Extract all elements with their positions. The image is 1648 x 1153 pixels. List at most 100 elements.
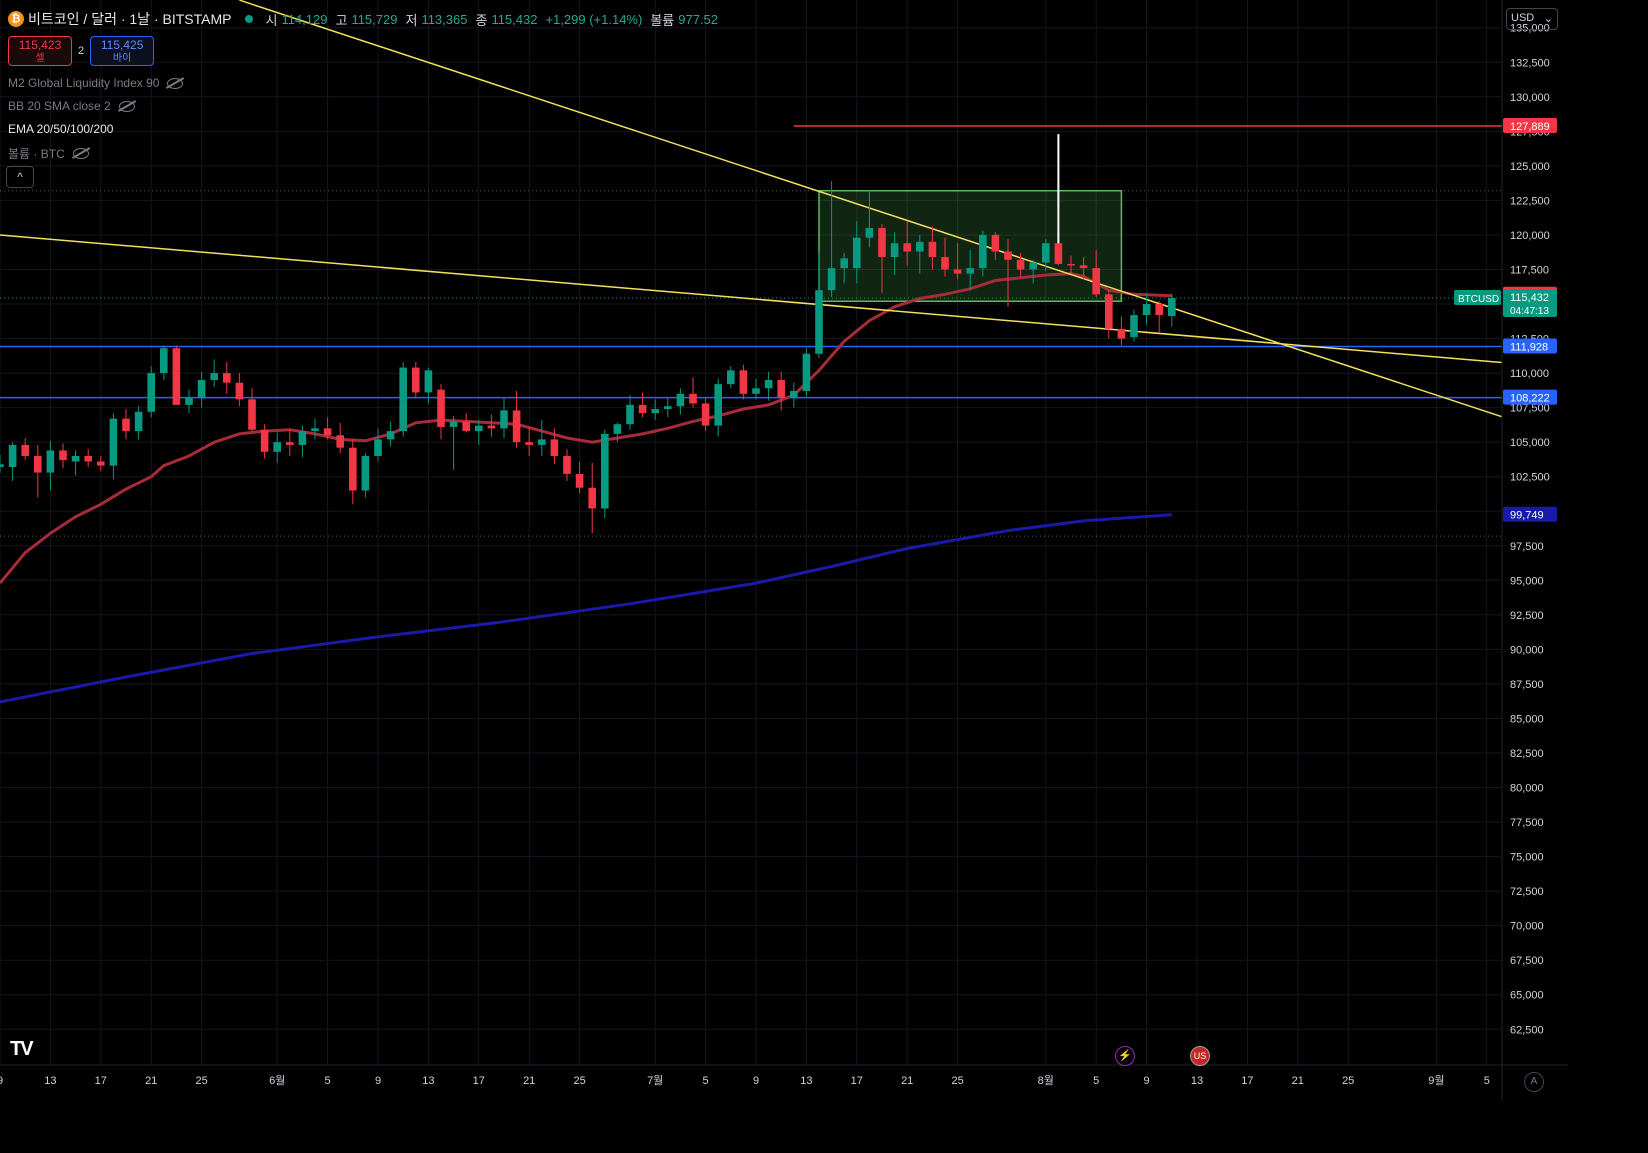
- lightning-icon[interactable]: ⚡: [1115, 1046, 1135, 1066]
- sell-button[interactable]: 115,423 셀: [8, 36, 72, 66]
- candle-body[interactable]: [1168, 298, 1176, 317]
- indicator-volume[interactable]: 볼륨 · BTC: [8, 145, 89, 162]
- candle-body[interactable]: [1105, 294, 1113, 329]
- candle-body[interactable]: [500, 410, 508, 429]
- candle-body[interactable]: [248, 399, 256, 430]
- candle-body[interactable]: [449, 421, 458, 427]
- candle-body[interactable]: [34, 455, 42, 473]
- candle-body[interactable]: [664, 406, 672, 410]
- candle-body[interactable]: [1079, 265, 1088, 269]
- candle-body[interactable]: [1054, 243, 1063, 264]
- candle-body[interactable]: [840, 258, 848, 269]
- candle-body[interactable]: [311, 428, 319, 432]
- candle-body[interactable]: [563, 455, 571, 474]
- candle-body[interactable]: [1092, 268, 1100, 295]
- candle-body[interactable]: [525, 442, 533, 445]
- candle-body[interactable]: [412, 367, 420, 393]
- candle-body[interactable]: [752, 388, 760, 394]
- candle-body[interactable]: [651, 409, 659, 414]
- candle-body[interactable]: [235, 382, 244, 400]
- candle-body[interactable]: [122, 418, 130, 432]
- candle-body[interactable]: [689, 393, 697, 404]
- candle-body[interactable]: [890, 243, 899, 258]
- candle-body[interactable]: [903, 243, 911, 252]
- candle-body[interactable]: [349, 447, 357, 491]
- auto-scale-button[interactable]: A: [1524, 1072, 1544, 1092]
- symbol-title[interactable]: 비트코인 / 달러 · 1날 · BITSTAMP: [28, 9, 231, 29]
- indicator-ema[interactable]: EMA 20/50/100/200: [8, 122, 113, 136]
- candle-body[interactable]: [210, 373, 218, 380]
- candle-body[interactable]: [626, 404, 634, 425]
- candle-body[interactable]: [538, 439, 546, 445]
- candle-body[interactable]: [790, 391, 798, 398]
- candle-body[interactable]: [878, 228, 886, 258]
- candle-body[interactable]: [613, 424, 622, 434]
- candle-body[interactable]: [134, 411, 143, 432]
- candle-body[interactable]: [197, 379, 206, 398]
- candle-body[interactable]: [953, 269, 962, 274]
- candle-body[interactable]: [147, 373, 155, 412]
- candle-body[interactable]: [97, 461, 105, 466]
- candle-body[interactable]: [1130, 315, 1138, 338]
- candle-body[interactable]: [991, 234, 1000, 252]
- candle-body[interactable]: [273, 442, 281, 452]
- candle-body[interactable]: [853, 237, 861, 269]
- candle-body[interactable]: [1067, 263, 1075, 266]
- price-chart[interactable]: 62,500 65,000 67,500 70,000 72,500 75,000 77,5…: [0, 0, 1568, 1101]
- candle-body[interactable]: [638, 404, 647, 414]
- candle-body[interactable]: [550, 439, 559, 456]
- candle-body[interactable]: [160, 348, 168, 374]
- candle-body[interactable]: [1016, 259, 1025, 270]
- candle-body[interactable]: [336, 435, 344, 448]
- candle-body[interactable]: [727, 370, 735, 385]
- eye-hidden-icon[interactable]: [72, 148, 89, 159]
- buy-button[interactable]: 115,425 바이: [90, 36, 155, 66]
- candle-body[interactable]: [916, 241, 924, 252]
- candle-body[interactable]: [260, 429, 269, 452]
- candle-body[interactable]: [827, 268, 836, 291]
- candle-body[interactable]: [21, 444, 29, 456]
- candle-body[interactable]: [1117, 328, 1126, 339]
- candle-body[interactable]: [739, 370, 748, 394]
- candle-body[interactable]: [0, 464, 4, 468]
- candle-body[interactable]: [1004, 251, 1012, 260]
- indicator-m2-liquidity[interactable]: M2 Global Liquidity Index 90: [8, 76, 184, 90]
- candle-body[interactable]: [475, 425, 483, 432]
- candle-body[interactable]: [437, 389, 445, 427]
- candle-body[interactable]: [109, 418, 118, 466]
- eye-hidden-icon[interactable]: [167, 77, 184, 89]
- candle-body[interactable]: [1155, 304, 1163, 316]
- indicator-bollinger[interactable]: BB 20 SMA close 2: [8, 99, 135, 113]
- candle-body[interactable]: [676, 393, 685, 407]
- candle-body[interactable]: [323, 428, 332, 436]
- candle-body[interactable]: [966, 268, 974, 274]
- candle-body[interactable]: [1042, 243, 1050, 263]
- candle-body[interactable]: [374, 439, 382, 456]
- candle-body[interactable]: [815, 290, 823, 354]
- candle-body[interactable]: [84, 455, 92, 462]
- candle-body[interactable]: [777, 379, 785, 398]
- candle-body[interactable]: [462, 421, 470, 432]
- candle-body[interactable]: [714, 384, 722, 426]
- candle-body[interactable]: [46, 450, 55, 473]
- candle-body[interactable]: [59, 450, 67, 461]
- currency-select[interactable]: USD ⌄: [1506, 8, 1558, 30]
- candle-body[interactable]: [802, 353, 811, 392]
- candle-body[interactable]: [487, 425, 496, 429]
- candle-body[interactable]: [361, 455, 370, 491]
- candle-body[interactable]: [172, 348, 181, 405]
- candle-body[interactable]: [941, 257, 949, 270]
- eye-hidden-icon[interactable]: [118, 100, 135, 112]
- candle-body[interactable]: [865, 228, 874, 238]
- candle-body[interactable]: [588, 487, 596, 509]
- candle-body[interactable]: [424, 370, 433, 393]
- candle-body[interactable]: [185, 397, 193, 405]
- candle-body[interactable]: [701, 403, 710, 426]
- candle-body[interactable]: [764, 379, 773, 389]
- tradingview-logo[interactable]: TV: [10, 1038, 34, 1061]
- collapse-legend-button[interactable]: ^: [6, 166, 34, 188]
- candle-body[interactable]: [575, 473, 584, 488]
- candle-body[interactable]: [386, 431, 395, 440]
- candle-body[interactable]: [71, 455, 80, 462]
- us-flag-icon[interactable]: US: [1190, 1046, 1210, 1066]
